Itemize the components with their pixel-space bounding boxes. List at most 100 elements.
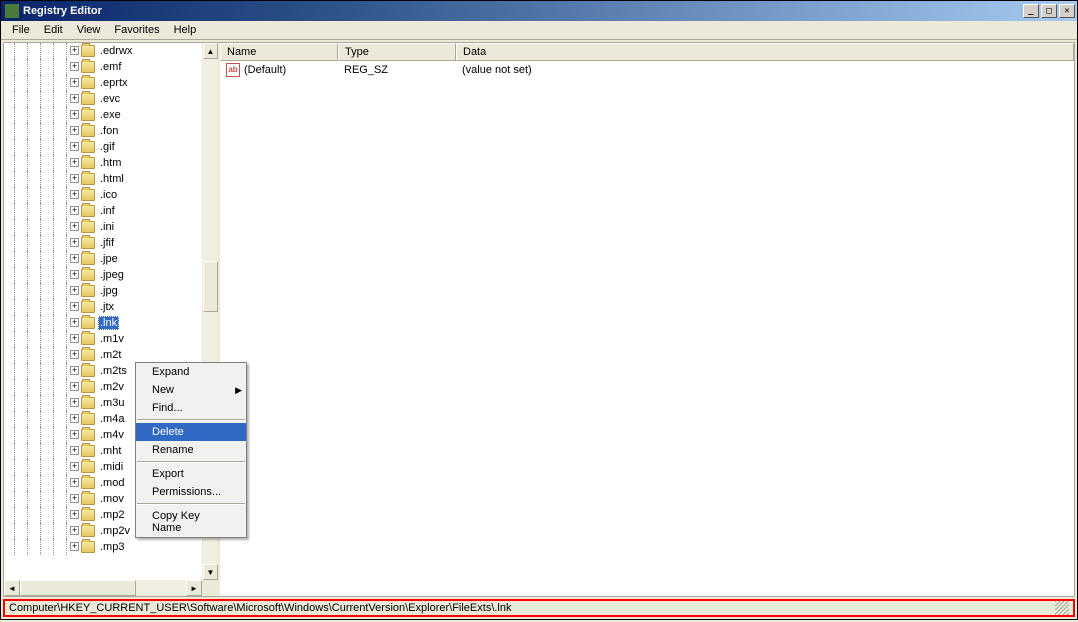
expand-icon[interactable]: +	[70, 350, 79, 359]
expand-icon[interactable]: +	[70, 286, 79, 295]
maximize-button[interactable]: □	[1041, 4, 1057, 18]
tree-node-label[interactable]: .m2v	[98, 381, 126, 393]
tree-node-label[interactable]: .jpeg	[98, 269, 126, 281]
tree-node[interactable]: + .jpeg	[4, 267, 202, 283]
expand-icon[interactable]: +	[70, 190, 79, 199]
tree-node[interactable]: + .mp3	[4, 539, 202, 555]
tree-node[interactable]: + .lnk	[4, 315, 202, 331]
expand-icon[interactable]: +	[70, 62, 79, 71]
expand-icon[interactable]: +	[70, 398, 79, 407]
expand-icon[interactable]: +	[70, 174, 79, 183]
context-item-find[interactable]: Find...	[136, 399, 246, 417]
tree-node[interactable]: + .m2t	[4, 347, 202, 363]
tree-node-label[interactable]: .emf	[98, 61, 123, 73]
tree-scrollbar-horizontal[interactable]: ◄ ►	[4, 580, 202, 596]
minimize-button[interactable]: _	[1023, 4, 1039, 18]
tree-node[interactable]: + .m1v	[4, 331, 202, 347]
tree-node-label[interactable]: .evc	[98, 93, 122, 105]
tree-node-label[interactable]: .jfif	[98, 237, 116, 249]
tree-node[interactable]: +.jtx	[4, 299, 202, 315]
expand-icon[interactable]: +	[70, 478, 79, 487]
list-body[interactable]: ab (Default) REG_SZ (value not set)	[220, 61, 1074, 596]
tree-node[interactable]: + .eprtx	[4, 75, 202, 91]
scroll-up-button[interactable]: ▲	[203, 43, 218, 59]
tree-node[interactable]: +.gif	[4, 139, 202, 155]
expand-icon[interactable]: +	[70, 222, 79, 231]
tree-node[interactable]: + .fon	[4, 123, 202, 139]
tree-node-label[interactable]: .gif	[98, 141, 117, 153]
tree-node-label[interactable]: .eprtx	[98, 77, 130, 89]
expand-icon[interactable]: +	[70, 238, 79, 247]
tree-node[interactable]: + .jfif	[4, 235, 202, 251]
scroll-left-button[interactable]: ◄	[4, 580, 20, 596]
expand-icon[interactable]: +	[70, 78, 79, 87]
tree-node[interactable]: + .jpg	[4, 283, 202, 299]
expand-icon[interactable]: +	[70, 526, 79, 535]
tree-node[interactable]: + .evc	[4, 91, 202, 107]
tree-node[interactable]: + .ini	[4, 219, 202, 235]
context-item-permissions[interactable]: Permissions...	[136, 483, 246, 501]
tree-node-label[interactable]: .jpg	[98, 285, 120, 297]
expand-icon[interactable]: +	[70, 126, 79, 135]
context-item-new[interactable]: New▶	[136, 381, 246, 399]
tree-node-label[interactable]: .exe	[98, 109, 123, 121]
tree-node-label[interactable]: .ini	[98, 221, 116, 233]
tree-node-label[interactable]: .ico	[98, 189, 119, 201]
tree-node[interactable]: +.jpe	[4, 251, 202, 267]
expand-icon[interactable]: +	[70, 110, 79, 119]
tree-node[interactable]: + .emf	[4, 59, 202, 75]
expand-icon[interactable]: +	[70, 494, 79, 503]
context-item-expand[interactable]: Expand	[136, 363, 246, 381]
tree-node-label[interactable]: .lnk	[98, 316, 119, 330]
tree-node-label[interactable]: .mp3	[98, 541, 126, 553]
tree-node[interactable]: + .ico	[4, 187, 202, 203]
list-row[interactable]: ab (Default) REG_SZ (value not set)	[220, 61, 1074, 78]
tree-node-label[interactable]: .mp2v	[98, 525, 132, 537]
tree-node-label[interactable]: .mov	[98, 493, 126, 505]
tree-node-label[interactable]: .m4a	[98, 413, 126, 425]
tree-node-label[interactable]: .htm	[98, 157, 123, 169]
tree-node-label[interactable]: .midi	[98, 461, 125, 473]
expand-icon[interactable]: +	[70, 270, 79, 279]
expand-icon[interactable]: +	[70, 366, 79, 375]
tree-node[interactable]: + .htm	[4, 155, 202, 171]
tree-node-label[interactable]: .m1v	[98, 333, 126, 345]
tree-node-label[interactable]: .fon	[98, 125, 120, 137]
expand-icon[interactable]: +	[70, 334, 79, 343]
tree-node-label[interactable]: .mp2	[98, 509, 126, 521]
tree-node-label[interactable]: .edrwx	[98, 45, 134, 57]
context-item-delete[interactable]: Delete	[136, 423, 246, 441]
context-item-copykeyname[interactable]: Copy Key Name	[136, 507, 246, 537]
menu-file[interactable]: File	[5, 22, 37, 38]
tree-node-label[interactable]: .inf	[98, 205, 117, 217]
expand-icon[interactable]: +	[70, 462, 79, 471]
menu-help[interactable]: Help	[167, 22, 204, 38]
tree-node-label[interactable]: .m2ts	[98, 365, 129, 377]
tree-node[interactable]: +.edrwx	[4, 43, 202, 59]
expand-icon[interactable]: +	[70, 382, 79, 391]
scroll-right-button[interactable]: ►	[186, 580, 202, 596]
expand-icon[interactable]: +	[70, 94, 79, 103]
context-item-rename[interactable]: Rename	[136, 441, 246, 459]
scroll-down-button[interactable]: ▼	[203, 564, 218, 580]
expand-icon[interactable]: +	[70, 158, 79, 167]
expand-icon[interactable]: +	[70, 446, 79, 455]
expand-icon[interactable]: +	[70, 318, 79, 327]
tree-node-label[interactable]: .m3u	[98, 397, 126, 409]
tree-node-label[interactable]: .html	[98, 173, 126, 185]
column-type[interactable]: Type	[338, 43, 456, 61]
expand-icon[interactable]: +	[70, 414, 79, 423]
resize-grip-icon[interactable]	[1055, 601, 1069, 615]
tree-node[interactable]: + .inf	[4, 203, 202, 219]
tree-node-label[interactable]: .mod	[98, 477, 126, 489]
titlebar[interactable]: Registry Editor _ □ ✕	[1, 1, 1077, 21]
tree-node-label[interactable]: .m2t	[98, 349, 123, 361]
tree-node-label[interactable]: .mht	[98, 445, 123, 457]
tree-node-label[interactable]: .m4v	[98, 429, 126, 441]
expand-icon[interactable]: +	[70, 542, 79, 551]
menu-edit[interactable]: Edit	[37, 22, 70, 38]
expand-icon[interactable]: +	[70, 510, 79, 519]
tree-node[interactable]: + .html	[4, 171, 202, 187]
expand-icon[interactable]: +	[70, 206, 79, 215]
close-button[interactable]: ✕	[1059, 4, 1075, 18]
